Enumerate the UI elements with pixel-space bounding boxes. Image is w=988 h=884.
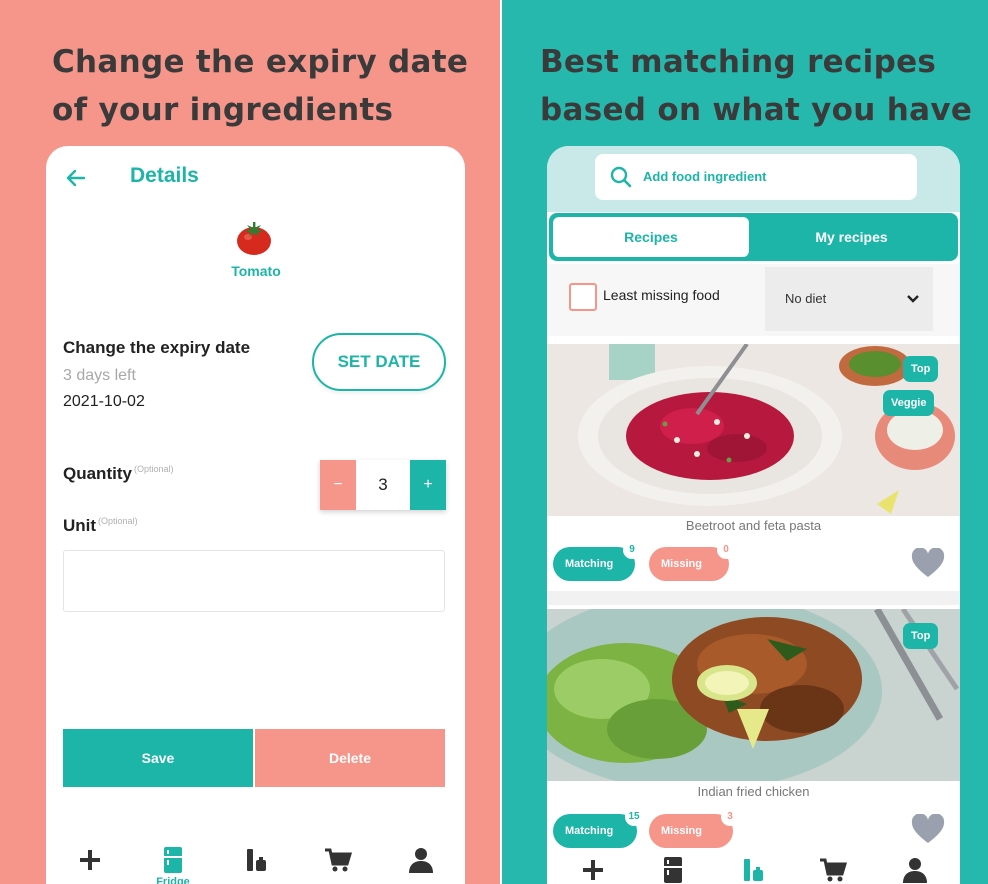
nav-item-profile[interactable] [885, 856, 945, 884]
user-icon [409, 848, 433, 873]
expiry-date-value: 2021-10-02 [63, 393, 145, 410]
least-missing-label: Least missing food [603, 287, 720, 303]
fridge-icon [164, 847, 182, 873]
matching-count: 9 [623, 541, 641, 559]
search-placeholder: Add food ingredient [643, 169, 767, 184]
right-headline-line2: based on what you have [540, 92, 973, 128]
ingredient-name: Tomato [231, 263, 281, 279]
badge-top: Top [903, 356, 939, 382]
matching-label: Matching [565, 825, 614, 837]
nav-item-add[interactable] [563, 856, 623, 884]
missing-count: 3 [721, 808, 739, 826]
cart-icon [820, 858, 848, 882]
recipe-tabs: Recipes My recipes [549, 213, 958, 261]
nav-item-profile[interactable] [391, 846, 451, 874]
increment-button[interactable]: + [410, 460, 446, 510]
tomato-icon [235, 220, 273, 256]
search-area: Add food ingredient [547, 146, 960, 212]
recipes-screen: Add food ingredient Recipes My recipes L… [547, 146, 960, 884]
filter-row: Least missing food No diet [547, 264, 960, 336]
missing-label: Missing [661, 558, 702, 570]
tab-my-recipes[interactable]: My recipes [749, 217, 954, 257]
card-divider [547, 591, 960, 605]
quantity-stepper: − 3 + [320, 460, 446, 510]
badge-top: Top [903, 623, 939, 649]
quantity-optional-hint: (Optional) [133, 464, 174, 475]
nav-item-shopping[interactable] [803, 856, 863, 884]
nav-item-fridge[interactable] [643, 856, 703, 884]
matching-label: Matching [565, 558, 614, 570]
page-title: Details [130, 164, 199, 187]
nav-item-pantry[interactable] [723, 856, 783, 884]
diet-select-value: No diet [785, 291, 827, 306]
days-left-text: 3 days left [63, 367, 136, 384]
unit-label-text: Unit [63, 516, 97, 535]
details-screen: Details Tomato Change the expiry date 3 … [46, 146, 465, 884]
unit-label: Unit (Optional) [63, 516, 138, 536]
nav-item-add[interactable] [60, 846, 120, 874]
bottom-nav: Fridge [46, 846, 465, 884]
unit-optional-hint: (Optional) [98, 516, 138, 527]
nav-item-shopping[interactable] [308, 846, 368, 874]
left-promo-panel: Change the expiry date of your ingredien… [0, 0, 500, 884]
nav-item-pantry[interactable] [226, 846, 286, 874]
recipe-image-indian-fried-chicken[interactable]: Top [547, 609, 960, 781]
search-input[interactable]: Add food ingredient [595, 154, 917, 200]
chevron-down-icon [907, 295, 919, 303]
fridge-icon [664, 857, 682, 883]
search-icon [610, 166, 632, 188]
delete-button[interactable]: Delete [255, 729, 445, 787]
missing-pill[interactable]: Missing 0 [649, 541, 735, 581]
plus-icon [80, 850, 100, 870]
quantity-label-text: Quantity [63, 464, 132, 483]
nav-item-fridge[interactable]: Fridge [143, 846, 203, 884]
bottles-icon [744, 859, 763, 881]
plus-icon [583, 860, 603, 880]
unit-field[interactable] [63, 550, 445, 612]
least-missing-checkbox[interactable] [569, 283, 597, 311]
nav-label-fridge: Fridge [156, 876, 190, 884]
favorite-heart-icon[interactable] [911, 814, 945, 844]
right-headline: Best matching recipes based on what you … [540, 38, 972, 134]
arrow-left-icon[interactable] [64, 166, 88, 190]
favorite-heart-icon[interactable] [911, 548, 945, 578]
save-button[interactable]: Save [63, 729, 253, 787]
right-promo-panel: Best matching recipes based on what you … [502, 0, 988, 884]
diet-select[interactable]: No diet [765, 267, 933, 331]
left-headline-line1: Change the expiry date [52, 44, 469, 80]
matching-pill[interactable]: Matching 15 [553, 808, 643, 848]
right-headline-line1: Best matching recipes [540, 44, 937, 80]
recipe-image-beetroot-pasta[interactable]: Top Veggie [547, 344, 960, 516]
matching-pill[interactable]: Matching 9 [553, 541, 641, 581]
user-icon [903, 858, 927, 883]
bottom-nav [547, 856, 960, 884]
cart-icon [325, 848, 353, 872]
recipe-title[interactable]: Indian fried chicken [547, 784, 960, 799]
tab-recipes[interactable]: Recipes [553, 217, 749, 257]
bottles-icon [247, 849, 266, 871]
left-headline: Change the expiry date of your ingredien… [52, 38, 468, 134]
missing-label: Missing [661, 825, 702, 837]
badge-veggie: Veggie [883, 390, 935, 416]
left-headline-line2: of your ingredients [52, 92, 394, 128]
set-date-button[interactable]: SET DATE [312, 333, 446, 391]
decrement-button[interactable]: − [320, 460, 356, 510]
missing-count: 0 [717, 541, 735, 559]
quantity-label: Quantity (Optional) [63, 464, 173, 484]
recipe-title[interactable]: Beetroot and feta pasta [547, 518, 960, 533]
missing-pill[interactable]: Missing 3 [649, 808, 739, 848]
quantity-value[interactable]: 3 [356, 460, 410, 510]
expiry-heading: Change the expiry date [63, 338, 251, 357]
matching-count: 15 [625, 808, 643, 826]
